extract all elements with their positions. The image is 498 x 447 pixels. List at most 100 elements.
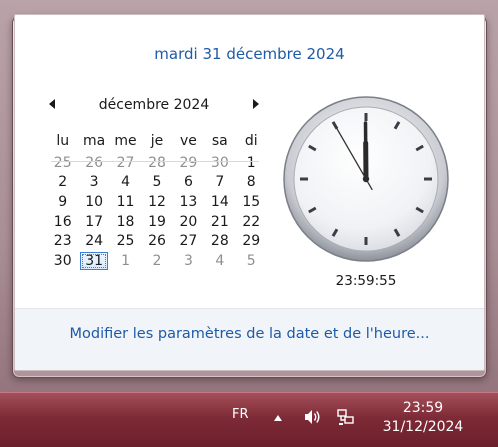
calendar-day[interactable]: 29	[173, 153, 204, 173]
calendar-day[interactable]: 11	[110, 192, 141, 212]
calendar-day-number: 7	[215, 174, 224, 190]
clock-center-pin	[363, 176, 369, 182]
calendar-day[interactable]: 3	[173, 251, 204, 271]
calendar-day-number: 4	[121, 174, 130, 190]
calendar-day-number: 26	[148, 233, 166, 249]
weekday-label: ve	[173, 129, 204, 153]
calendar-day-number: 25	[54, 155, 72, 171]
next-month-icon[interactable]	[253, 99, 259, 109]
calendar-day-number: 8	[247, 174, 256, 190]
calendar-week-row: 303112 3 4 5	[47, 251, 267, 271]
calendar-day-number: 12	[148, 194, 166, 210]
calendar-week-row: 232425 26 27 28 29	[47, 231, 267, 251]
calendar-day[interactable]: 6	[173, 173, 204, 193]
analog-clock	[282, 95, 450, 263]
calendar-day[interactable]: 5	[141, 173, 172, 193]
calendar-day[interactable]: 24	[78, 231, 109, 251]
calendar-day[interactable]: 25	[47, 153, 78, 173]
calendar-day-number: 2	[153, 253, 162, 269]
calendar-day[interactable]: 7	[204, 173, 235, 193]
calendar-day-number: 10	[85, 194, 103, 210]
calendar-day-today[interactable]: 31	[78, 251, 109, 271]
network-icon[interactable]	[336, 407, 356, 427]
calendar-day-number: 26	[85, 155, 103, 171]
taskbar-clock[interactable]: 23:59 31/12/2024	[378, 399, 468, 437]
calendar-month-title[interactable]: décembre 2024	[67, 97, 241, 113]
weekday-header-row: lumamejevesadi	[47, 129, 267, 153]
speaker-icon[interactable]	[302, 407, 322, 427]
weekday-label: sa	[204, 129, 235, 153]
taskbar: FR 23:59 31/12/2024	[0, 392, 498, 447]
weekday-label: je	[141, 129, 172, 153]
calendar-day-number: 14	[211, 194, 229, 210]
calendar-day[interactable]: 4	[110, 173, 141, 193]
calendar-day[interactable]: 26	[78, 153, 109, 173]
calendar-day-number: 19	[148, 214, 166, 230]
calendar-day[interactable]: 28	[141, 153, 172, 173]
calendar-day[interactable]: 9	[47, 192, 78, 212]
calendar-day[interactable]: 26	[141, 231, 172, 251]
previous-month-icon[interactable]	[49, 99, 55, 109]
calendar-day-number: 17	[85, 214, 103, 230]
show-hidden-icons-arrow-icon[interactable]	[274, 415, 282, 421]
calendar-day[interactable]: 14	[204, 192, 235, 212]
calendar-week-row: 9 10 11 12 13 14 15	[47, 192, 267, 212]
calendar-week-row: 234 567 8	[47, 173, 267, 193]
calendar-day[interactable]: 22	[236, 212, 267, 232]
calendar-week-row: 25 26 27 28 29 301	[47, 153, 267, 173]
calendar-grid: lumamejevesadi 2526272829301234567891011…	[47, 129, 267, 271]
taskbar-time: 23:59	[378, 399, 468, 418]
calendar-day-number: 5	[247, 253, 256, 269]
calendar-day[interactable]: 12	[141, 192, 172, 212]
calendar-day-number: 15	[242, 194, 260, 210]
calendar-day-number: 29	[242, 233, 260, 249]
weekday-label: me	[110, 129, 141, 153]
change-date-time-settings-link[interactable]: Modifier les paramètres de la date et de…	[15, 326, 484, 342]
calendar-day-number: 5	[153, 174, 162, 190]
calendar-day[interactable]: 16	[47, 212, 78, 232]
calendar-day-number: 9	[58, 194, 67, 210]
calendar-day[interactable]: 15	[236, 192, 267, 212]
calendar-day[interactable]: 4	[204, 251, 235, 271]
calendar-day-number: 27	[179, 233, 197, 249]
calendar-day[interactable]: 27	[110, 153, 141, 173]
calendar-week-row: 16 17 18 19 20 21 22	[47, 212, 267, 232]
weekday-label: ma	[78, 129, 109, 153]
calendar-day[interactable]: 10	[78, 192, 109, 212]
calendar-day-number: 28	[148, 155, 166, 171]
calendar-day[interactable]: 19	[141, 212, 172, 232]
calendar-day[interactable]: 18	[110, 212, 141, 232]
flyout-footer: Modifier les paramètres de la date et de…	[15, 309, 484, 371]
calendar-day[interactable]: 29	[236, 231, 267, 251]
calendar-day-number: 29	[179, 155, 197, 171]
calendar-day-number: 13	[179, 194, 197, 210]
calendar-day-number: 4	[215, 253, 224, 269]
calendar-day-number: 18	[117, 214, 135, 230]
calendar-day[interactable]: 28	[204, 231, 235, 251]
calendar-day[interactable]: 21	[204, 212, 235, 232]
calendar-day[interactable]: 1	[110, 251, 141, 271]
calendar-day[interactable]: 8	[236, 173, 267, 193]
calendar-day-number: 21	[211, 214, 229, 230]
calendar-day[interactable]: 17	[78, 212, 109, 232]
calendar-day[interactable]: 23	[47, 231, 78, 251]
calendar-day-number: 11	[117, 194, 135, 210]
calendar-day[interactable]: 1	[236, 153, 267, 173]
calendar-day[interactable]: 27	[173, 231, 204, 251]
calendar-day[interactable]: 5	[236, 251, 267, 271]
calendar-day[interactable]: 25	[110, 231, 141, 251]
header-long-date[interactable]: mardi 31 décembre 2024	[15, 45, 484, 63]
language-indicator[interactable]: FR	[232, 407, 249, 422]
calendar-day-number: 28	[211, 233, 229, 249]
calendar-day[interactable]: 2	[47, 173, 78, 193]
calendar-day[interactable]: 13	[173, 192, 204, 212]
calendar-day-number: 22	[242, 214, 260, 230]
calendar-day[interactable]: 30	[47, 251, 78, 271]
weekday-label: di	[236, 129, 267, 153]
calendar-day-number: 3	[184, 253, 193, 269]
calendar-day[interactable]: 2	[141, 251, 172, 271]
calendar-day[interactable]: 30	[204, 153, 235, 173]
calendar-day[interactable]: 3	[78, 173, 109, 193]
date-time-flyout: mardi 31 décembre 2024 décembre 2024 lum…	[14, 14, 485, 371]
calendar-day[interactable]: 20	[173, 212, 204, 232]
